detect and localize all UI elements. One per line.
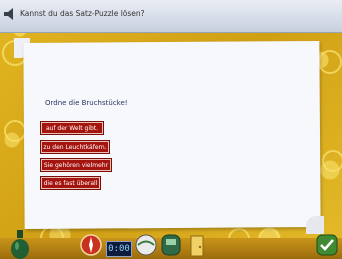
bottle-icon[interactable] <box>10 230 30 259</box>
door-icon[interactable] <box>190 235 204 257</box>
swirl-decoration <box>4 120 26 142</box>
sentence-piece[interactable]: Sie gehören vielmehr <box>40 158 112 172</box>
paper-curl <box>306 216 324 234</box>
bottom-toolbar: 0:00 <box>0 230 342 259</box>
swirl-decoration <box>318 50 342 74</box>
compass-icon[interactable] <box>80 234 102 256</box>
check-icon[interactable] <box>316 234 338 256</box>
sentence-piece[interactable]: zu den Leuchtkäfern. <box>40 140 110 154</box>
puzzle-instruction: Ordne die Bruchstücke! <box>45 99 128 107</box>
phone-icon[interactable] <box>160 233 182 257</box>
lcd-counter-icon: 0:00 <box>106 241 132 257</box>
title-bar: Kannst du das Satz-Puzzle lösen? <box>0 0 342 33</box>
sentence-piece[interactable]: auf der Welt gibt. <box>40 121 104 135</box>
speaker-icon[interactable] <box>2 6 18 22</box>
sentence-piece[interactable]: die es fast überall <box>40 176 101 190</box>
puzzle-paper <box>23 40 321 230</box>
window-title: Kannst du das Satz-Puzzle lösen? <box>20 9 145 18</box>
globe-icon[interactable] <box>135 234 157 256</box>
swirl-decoration <box>322 150 342 172</box>
